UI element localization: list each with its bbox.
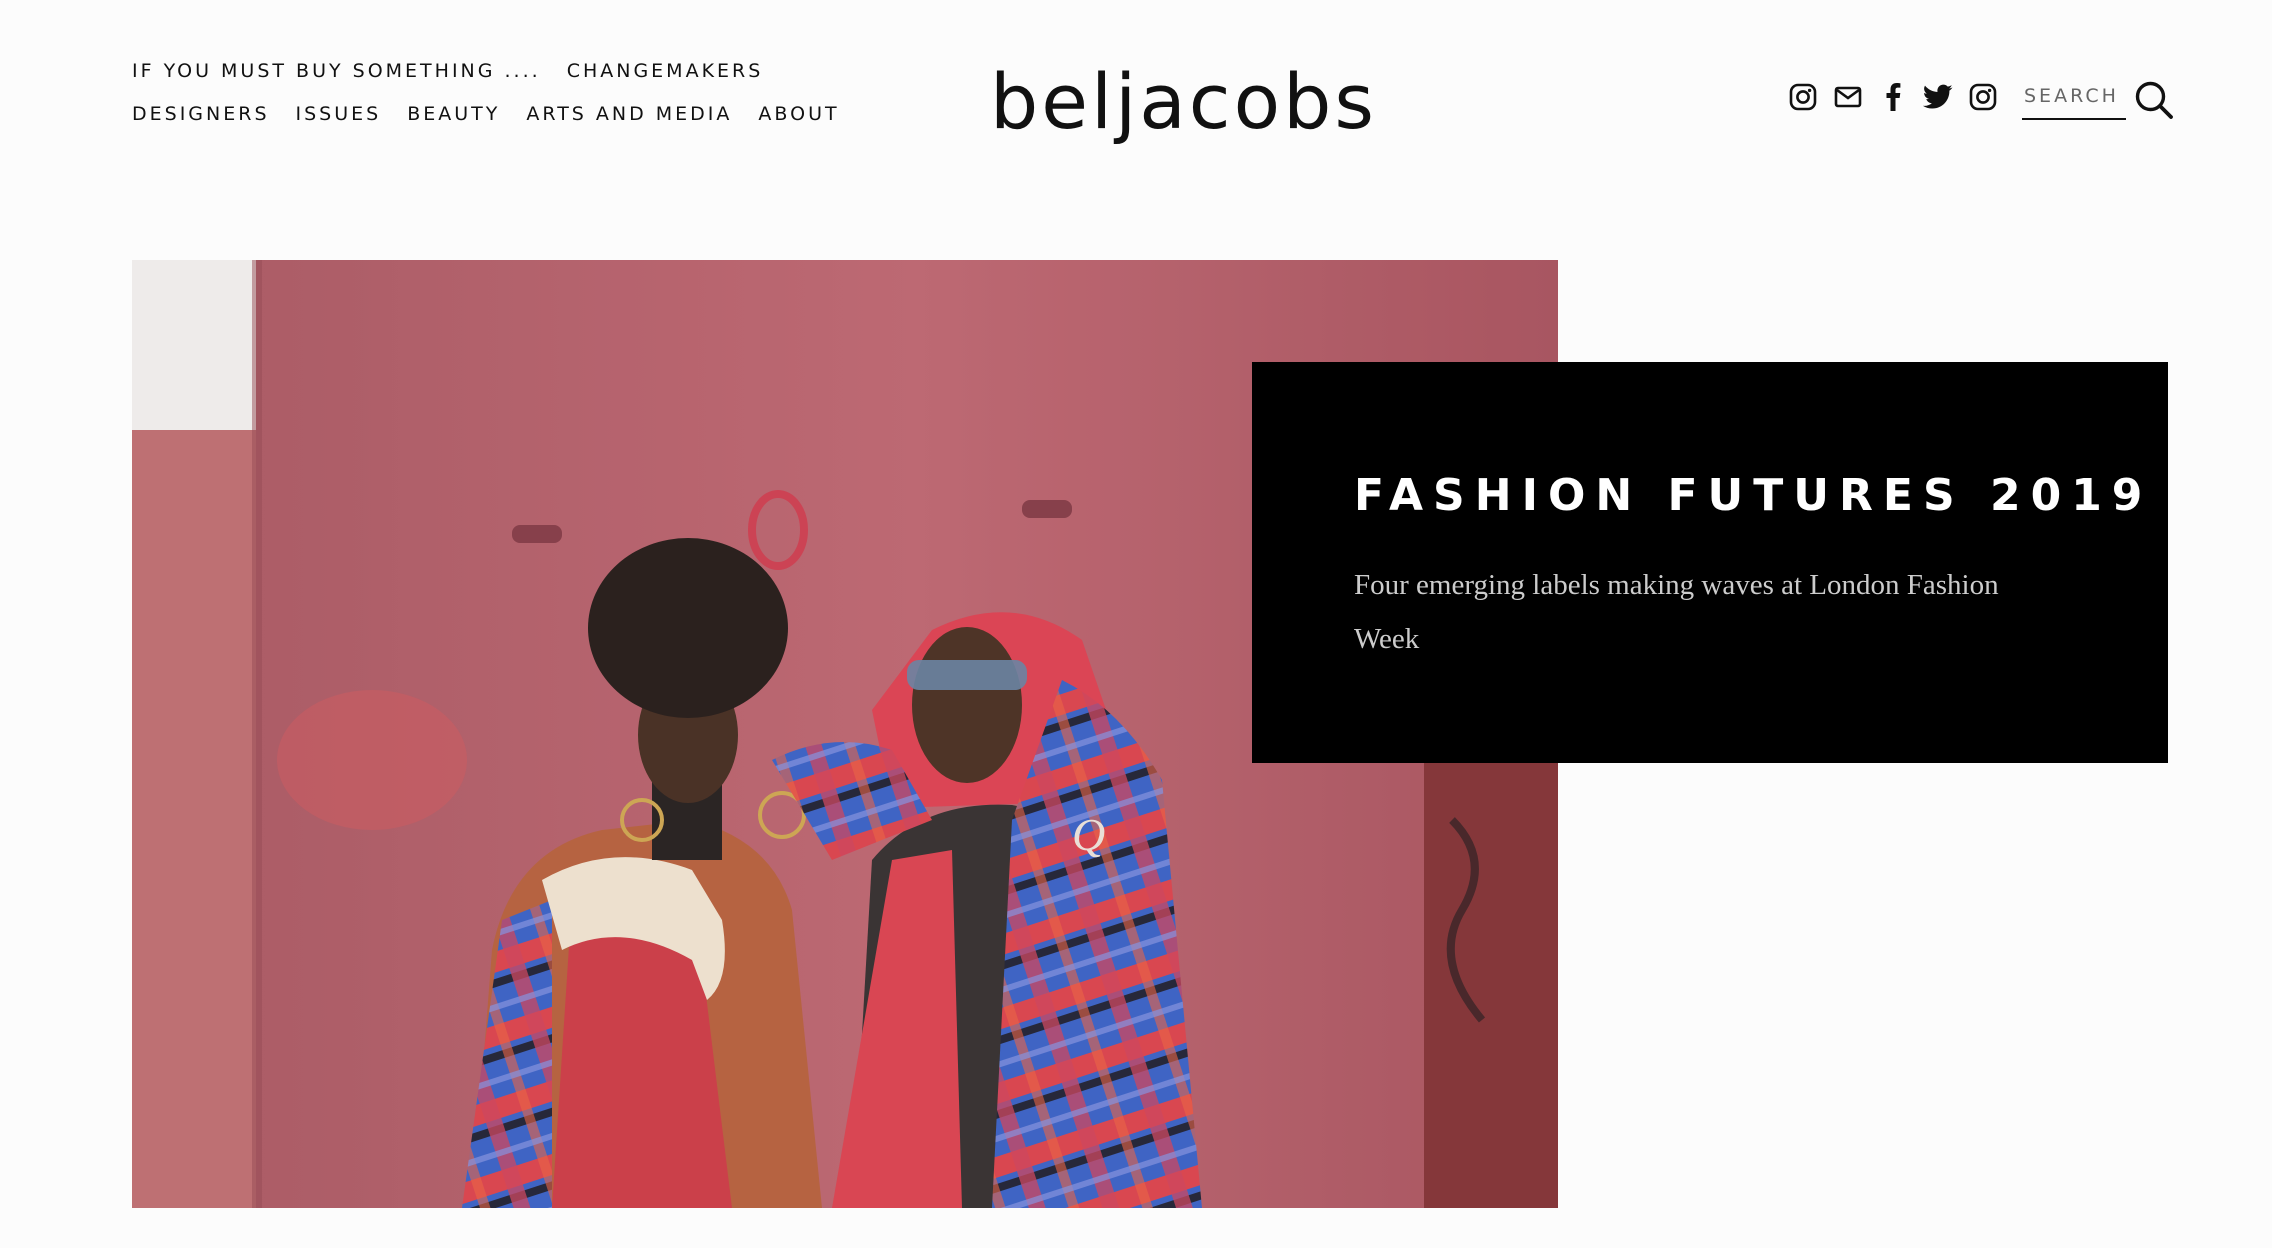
nav-item-about[interactable]: ABOUT [758, 103, 839, 125]
social-links [1786, 80, 1999, 113]
feature-title[interactable]: FASHION FUTURES 2019 [1354, 470, 2152, 521]
search-bar [2022, 78, 2176, 122]
mail-icon[interactable] [1831, 80, 1864, 113]
nav-item-arts-and-media[interactable]: ARTS AND MEDIA [526, 103, 732, 125]
search-icon[interactable] [2132, 78, 2176, 122]
nav-item-changemakers[interactable]: CHANGEMAKERS [567, 60, 764, 82]
nav-row-primary: IF YOU MUST BUY SOMETHING .... CHANGEMAK… [132, 60, 840, 82]
twitter-icon[interactable] [1921, 80, 1954, 113]
nav-row-secondary: DESIGNERS ISSUES BEAUTY ARTS AND MEDIA A… [132, 103, 840, 125]
nav-item-beauty[interactable]: BEAUTY [407, 103, 500, 125]
feature-subtitle: Four emerging labels making waves at Lon… [1354, 569, 1999, 655]
site-logo[interactable]: beljacobs [990, 52, 1377, 152]
search-input[interactable] [2022, 80, 2126, 120]
main-nav: IF YOU MUST BUY SOMETHING .... CHANGEMAK… [132, 60, 840, 146]
nav-item-if-you-must-buy[interactable]: IF YOU MUST BUY SOMETHING .... [132, 60, 541, 82]
nav-item-issues[interactable]: ISSUES [296, 103, 382, 125]
facebook-icon[interactable] [1876, 80, 1909, 113]
instagram-icon[interactable] [1786, 80, 1819, 113]
feature-card[interactable]: FASHION FUTURES 2019 Four emerging label… [1252, 362, 2168, 763]
nav-item-designers[interactable]: DESIGNERS [132, 103, 270, 125]
instagram-icon[interactable] [1966, 80, 1999, 113]
